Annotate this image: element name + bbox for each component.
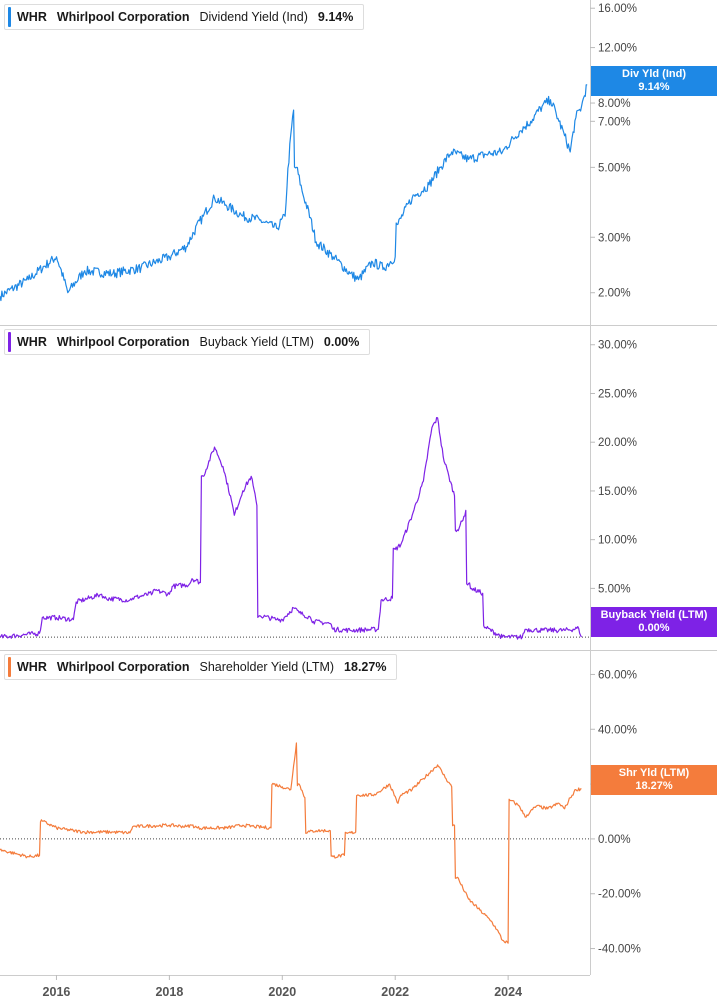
series-line-0 — [0, 84, 588, 302]
legend-metric: Buyback Yield (LTM) — [199, 335, 314, 349]
legend-dividend-yield: WHR Whirlpool Corporation Dividend Yield… — [4, 4, 365, 30]
shareholder-value-tag: Shr Yld (LTM) 18.27% — [591, 765, 717, 795]
legend-metric: Dividend Yield (Ind) — [199, 10, 308, 24]
buyback-swatch — [8, 332, 11, 352]
legend-value: 18.27% — [344, 660, 387, 674]
dividend-value-tag: Div Yld (Ind) 9.14% — [591, 66, 717, 96]
x-tick-label: 2016 — [43, 985, 71, 999]
series-line-2 — [0, 742, 582, 944]
x-tick-label: 2024 — [494, 985, 522, 999]
x-axis: 2016 2018 2020 2022 2024 — [43, 975, 522, 999]
y-tick-label: 10.00% — [598, 535, 637, 547]
y-tick-label: 60.00% — [598, 669, 637, 681]
y-tick-label: 30.00% — [598, 340, 637, 352]
legend-buyback-yield: WHR Whirlpool Corporation Buyback Yield … — [4, 329, 371, 355]
legend-company: Whirlpool Corporation — [56, 660, 190, 674]
legend-ticker: WHR — [17, 660, 47, 674]
legend-shareholder-yield: WHR Whirlpool Corporation Shareholder Yi… — [4, 654, 398, 680]
tag-label: Div Yld (Ind) — [622, 68, 686, 80]
y-tick-label: 5.00% — [598, 162, 631, 174]
tag-value: 0.00% — [638, 622, 670, 634]
series-line-1 — [0, 417, 583, 640]
y-tick-label: 2.00% — [598, 288, 631, 300]
x-tick-label: 2022 — [381, 985, 409, 999]
y-tick-label: 12.00% — [598, 43, 637, 55]
y-tick-label: 40.00% — [598, 724, 637, 736]
legend-metric: Shareholder Yield (LTM) — [199, 660, 335, 674]
tag-value: 18.27% — [635, 780, 673, 792]
dividend-swatch — [8, 7, 11, 27]
y-tick-label: 16.00% — [598, 3, 637, 15]
y-tick-label: 8.00% — [598, 98, 631, 110]
x-tick-label: 2018 — [155, 985, 183, 999]
legend-ticker: WHR — [17, 335, 47, 349]
legend-company: Whirlpool Corporation — [56, 10, 190, 24]
legend-company: Whirlpool Corporation — [56, 335, 190, 349]
y-tick-label: 15.00% — [598, 486, 637, 498]
shareholder-swatch — [8, 657, 11, 677]
legend-value: 0.00% — [323, 335, 360, 349]
y-tick-label: 5.00% — [598, 583, 631, 595]
tag-label: Buyback Yield (LTM) — [600, 609, 708, 621]
chart-canvas: 2.00% 3.00% 5.00% 7.00% 8.00% 12.00% 16.00% 5.0… — [0, 0, 717, 999]
tag-value: 9.14% — [638, 81, 670, 93]
y-tick-label: 3.00% — [598, 232, 631, 244]
x-tick-label: 2020 — [268, 985, 296, 999]
y-tick-label: 20.00% — [598, 437, 637, 449]
y-tick-label: 0.00% — [598, 834, 631, 846]
y-tick-label: 7.00% — [598, 116, 631, 128]
series-lines — [0, 84, 588, 944]
y-tick-label: 25.00% — [598, 388, 637, 400]
tag-label: Shr Yld (LTM) — [618, 767, 690, 779]
y-tick-label: -40.00% — [598, 944, 641, 956]
y-tick-label: -20.00% — [598, 889, 641, 901]
legend-value: 9.14% — [317, 10, 354, 24]
buyback-value-tag: Buyback Yield (LTM) 0.00% — [591, 607, 717, 637]
y-axes: 2.00% 3.00% 5.00% 7.00% 8.00% 12.00% 16.00% 5.0… — [590, 3, 641, 956]
legend-ticker: WHR — [17, 10, 47, 24]
